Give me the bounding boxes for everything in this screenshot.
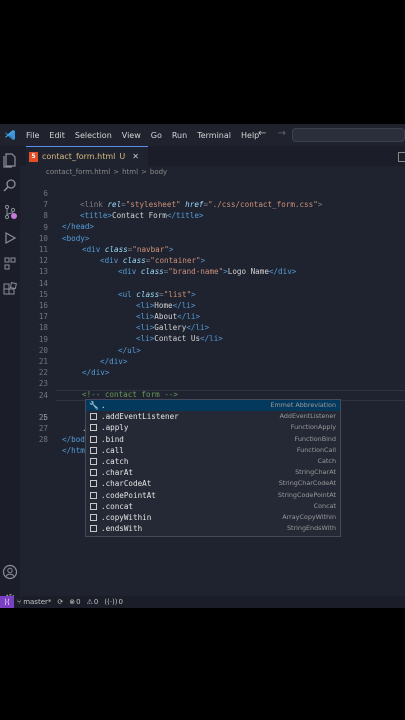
remote-explorer-icon[interactable] — [2, 256, 18, 272]
code-line: 19 </ul> — [20, 323, 405, 355]
sync-icon[interactable]: ⟳ — [57, 598, 63, 606]
forward-arrow-icon[interactable]: → — [278, 128, 286, 139]
status-bar: ⟩⟨ ⑂ master* ⟳ ⊗ 0 ⚠ 0 ((·)) 0 — [0, 596, 405, 608]
snippet-icon — [90, 424, 97, 432]
snippet-icon — [90, 458, 97, 465]
snippet-icon — [90, 446, 97, 454]
breadcrumb-separator: > — [113, 167, 120, 176]
snippet-icon — [90, 502, 97, 510]
suggestion-item[interactable]: 🔧 . Emmet Abbreviation — [86, 400, 340, 412]
code-line: 23 <!-- contact form --> — [20, 367, 405, 399]
snippet-icon — [90, 525, 97, 533]
code-line: 20 </div> — [20, 334, 405, 366]
suggestion-item[interactable]: .concat Concat — [86, 501, 340, 512]
command-center-search[interactable] — [292, 128, 405, 142]
code-line: 13 — [20, 255, 405, 276]
code-line: 22 — [20, 356, 405, 377]
branch-icon: ⑂ — [17, 598, 22, 606]
snippet-icon — [90, 469, 97, 477]
suggestion-item[interactable]: .bind FunctionBind — [86, 434, 340, 445]
html5-file-icon: 5 — [29, 151, 38, 162]
snippet-icon — [90, 491, 97, 499]
run-debug-icon[interactable] — [2, 230, 18, 246]
snippet-icon — [90, 435, 97, 443]
menu-run[interactable]: Run — [167, 131, 192, 140]
source-control-icon[interactable] — [2, 204, 18, 220]
account-icon[interactable] — [2, 564, 18, 580]
activity-bar — [0, 146, 20, 606]
suggestion-item[interactable]: .copyWithin ArrayCopyWithin — [86, 512, 340, 523]
breadcrumb-separator: > — [141, 167, 147, 176]
suggestion-item[interactable]: .codePointAt StringCodePointAt — [86, 490, 340, 501]
suggestion-item[interactable]: .endsWith StringEndsWith — [86, 523, 340, 534]
code-line: 6 <link rel="stylesheet" href="./css/con… — [20, 177, 405, 209]
search-icon[interactable] — [2, 178, 18, 194]
code-line: 14 <ul class="list"> — [20, 267, 405, 299]
suggestion-item[interactable]: .addEventListener AddEventListener — [86, 411, 340, 422]
tab-untracked-status: U — [119, 152, 126, 161]
code-line: 18 <li>Contact Us</li> — [20, 311, 405, 343]
breadcrumb-file[interactable]: contact_form.html — [46, 168, 110, 176]
snippet-icon — [90, 480, 97, 488]
code-line: 8 </head> — [20, 199, 405, 231]
code-line: 17 <li>Gallery</li> — [20, 300, 405, 332]
code-line: 16 <li>About</li> — [20, 289, 405, 321]
menu-view[interactable]: View — [117, 131, 146, 140]
overflow-tab-edge — [398, 152, 405, 162]
remote-indicator-icon[interactable]: ⟩⟨ — [0, 596, 14, 608]
nav-arrows: ← → — [258, 128, 286, 139]
menu-terminal[interactable]: Terminal — [192, 131, 236, 140]
ports-count[interactable]: 0 — [119, 598, 123, 606]
breadcrumb-html[interactable]: html — [122, 168, 138, 176]
vscode-logo-icon — [3, 128, 17, 142]
menu-selection[interactable]: Selection — [70, 131, 117, 140]
warning-count[interactable]: 0 — [94, 598, 98, 606]
code-line: 15 <li>Home</li> — [20, 278, 405, 310]
code-line: 12 <div class="brand-name">Logo Name</di… — [20, 244, 405, 276]
line-number: 28 — [38, 435, 48, 445]
title-bar: File Edit Selection View Go Run Terminal… — [0, 124, 405, 146]
menu-edit[interactable]: Edit — [44, 131, 70, 140]
code-line: 21 </div> — [20, 345, 405, 377]
explorer-icon[interactable] — [2, 152, 18, 168]
code-line: 9 <body> — [20, 211, 405, 243]
code-line: 11 <div class="container"> — [20, 233, 405, 265]
line-content: </bod — [62, 435, 85, 445]
ports-icon[interactable]: ((·)) — [104, 598, 117, 606]
vscode-window: File Edit Selection View Go Run Terminal… — [0, 124, 405, 608]
line-content: </htm — [62, 446, 85, 456]
code-line: 10 <div class="navbar"> — [20, 222, 405, 254]
editor-tabs: 5 contact_form.html U ✕ — [20, 146, 405, 166]
tab-contact-form[interactable]: 5 contact_form.html U ✕ — [26, 146, 148, 166]
warning-icon[interactable]: ⚠ — [87, 598, 93, 606]
suggestion-widget: 🔧 . Emmet Abbreviation .addEventListener… — [85, 399, 341, 537]
breadcrumb-body[interactable]: body — [150, 168, 167, 176]
suggestion-item[interactable]: .charCodeAt StringCharCodeAt — [86, 478, 340, 489]
tab-filename: contact_form.html — [42, 152, 116, 161]
menu-file[interactable]: File — [21, 131, 44, 140]
snippet-icon — [90, 413, 97, 421]
breadcrumb: contact_form.html > html > body — [20, 166, 405, 177]
extensions-icon[interactable] — [2, 282, 18, 298]
snippet-icon — [90, 514, 97, 521]
suggestion-item[interactable]: .apply FunctionApply — [86, 422, 340, 433]
suggestion-item[interactable]: .call FunctionCall — [86, 445, 340, 456]
suggestion-item[interactable]: .catch Catch — [86, 456, 340, 467]
menu-go[interactable]: Go — [146, 131, 167, 140]
back-arrow-icon[interactable]: ← — [258, 128, 266, 139]
error-icon[interactable]: ⊗ — [69, 598, 75, 606]
suggestion-item[interactable]: .charAt StringCharAt — [86, 467, 340, 478]
error-count[interactable]: 0 — [76, 598, 80, 606]
code-line: 7 <title>Contact Form</title> — [20, 188, 405, 220]
branch-name[interactable]: master* — [23, 598, 51, 606]
close-icon[interactable]: ✕ — [132, 152, 139, 161]
wrench-icon: 🔧 — [89, 401, 99, 410]
code-line: 24 — [20, 379, 405, 400]
